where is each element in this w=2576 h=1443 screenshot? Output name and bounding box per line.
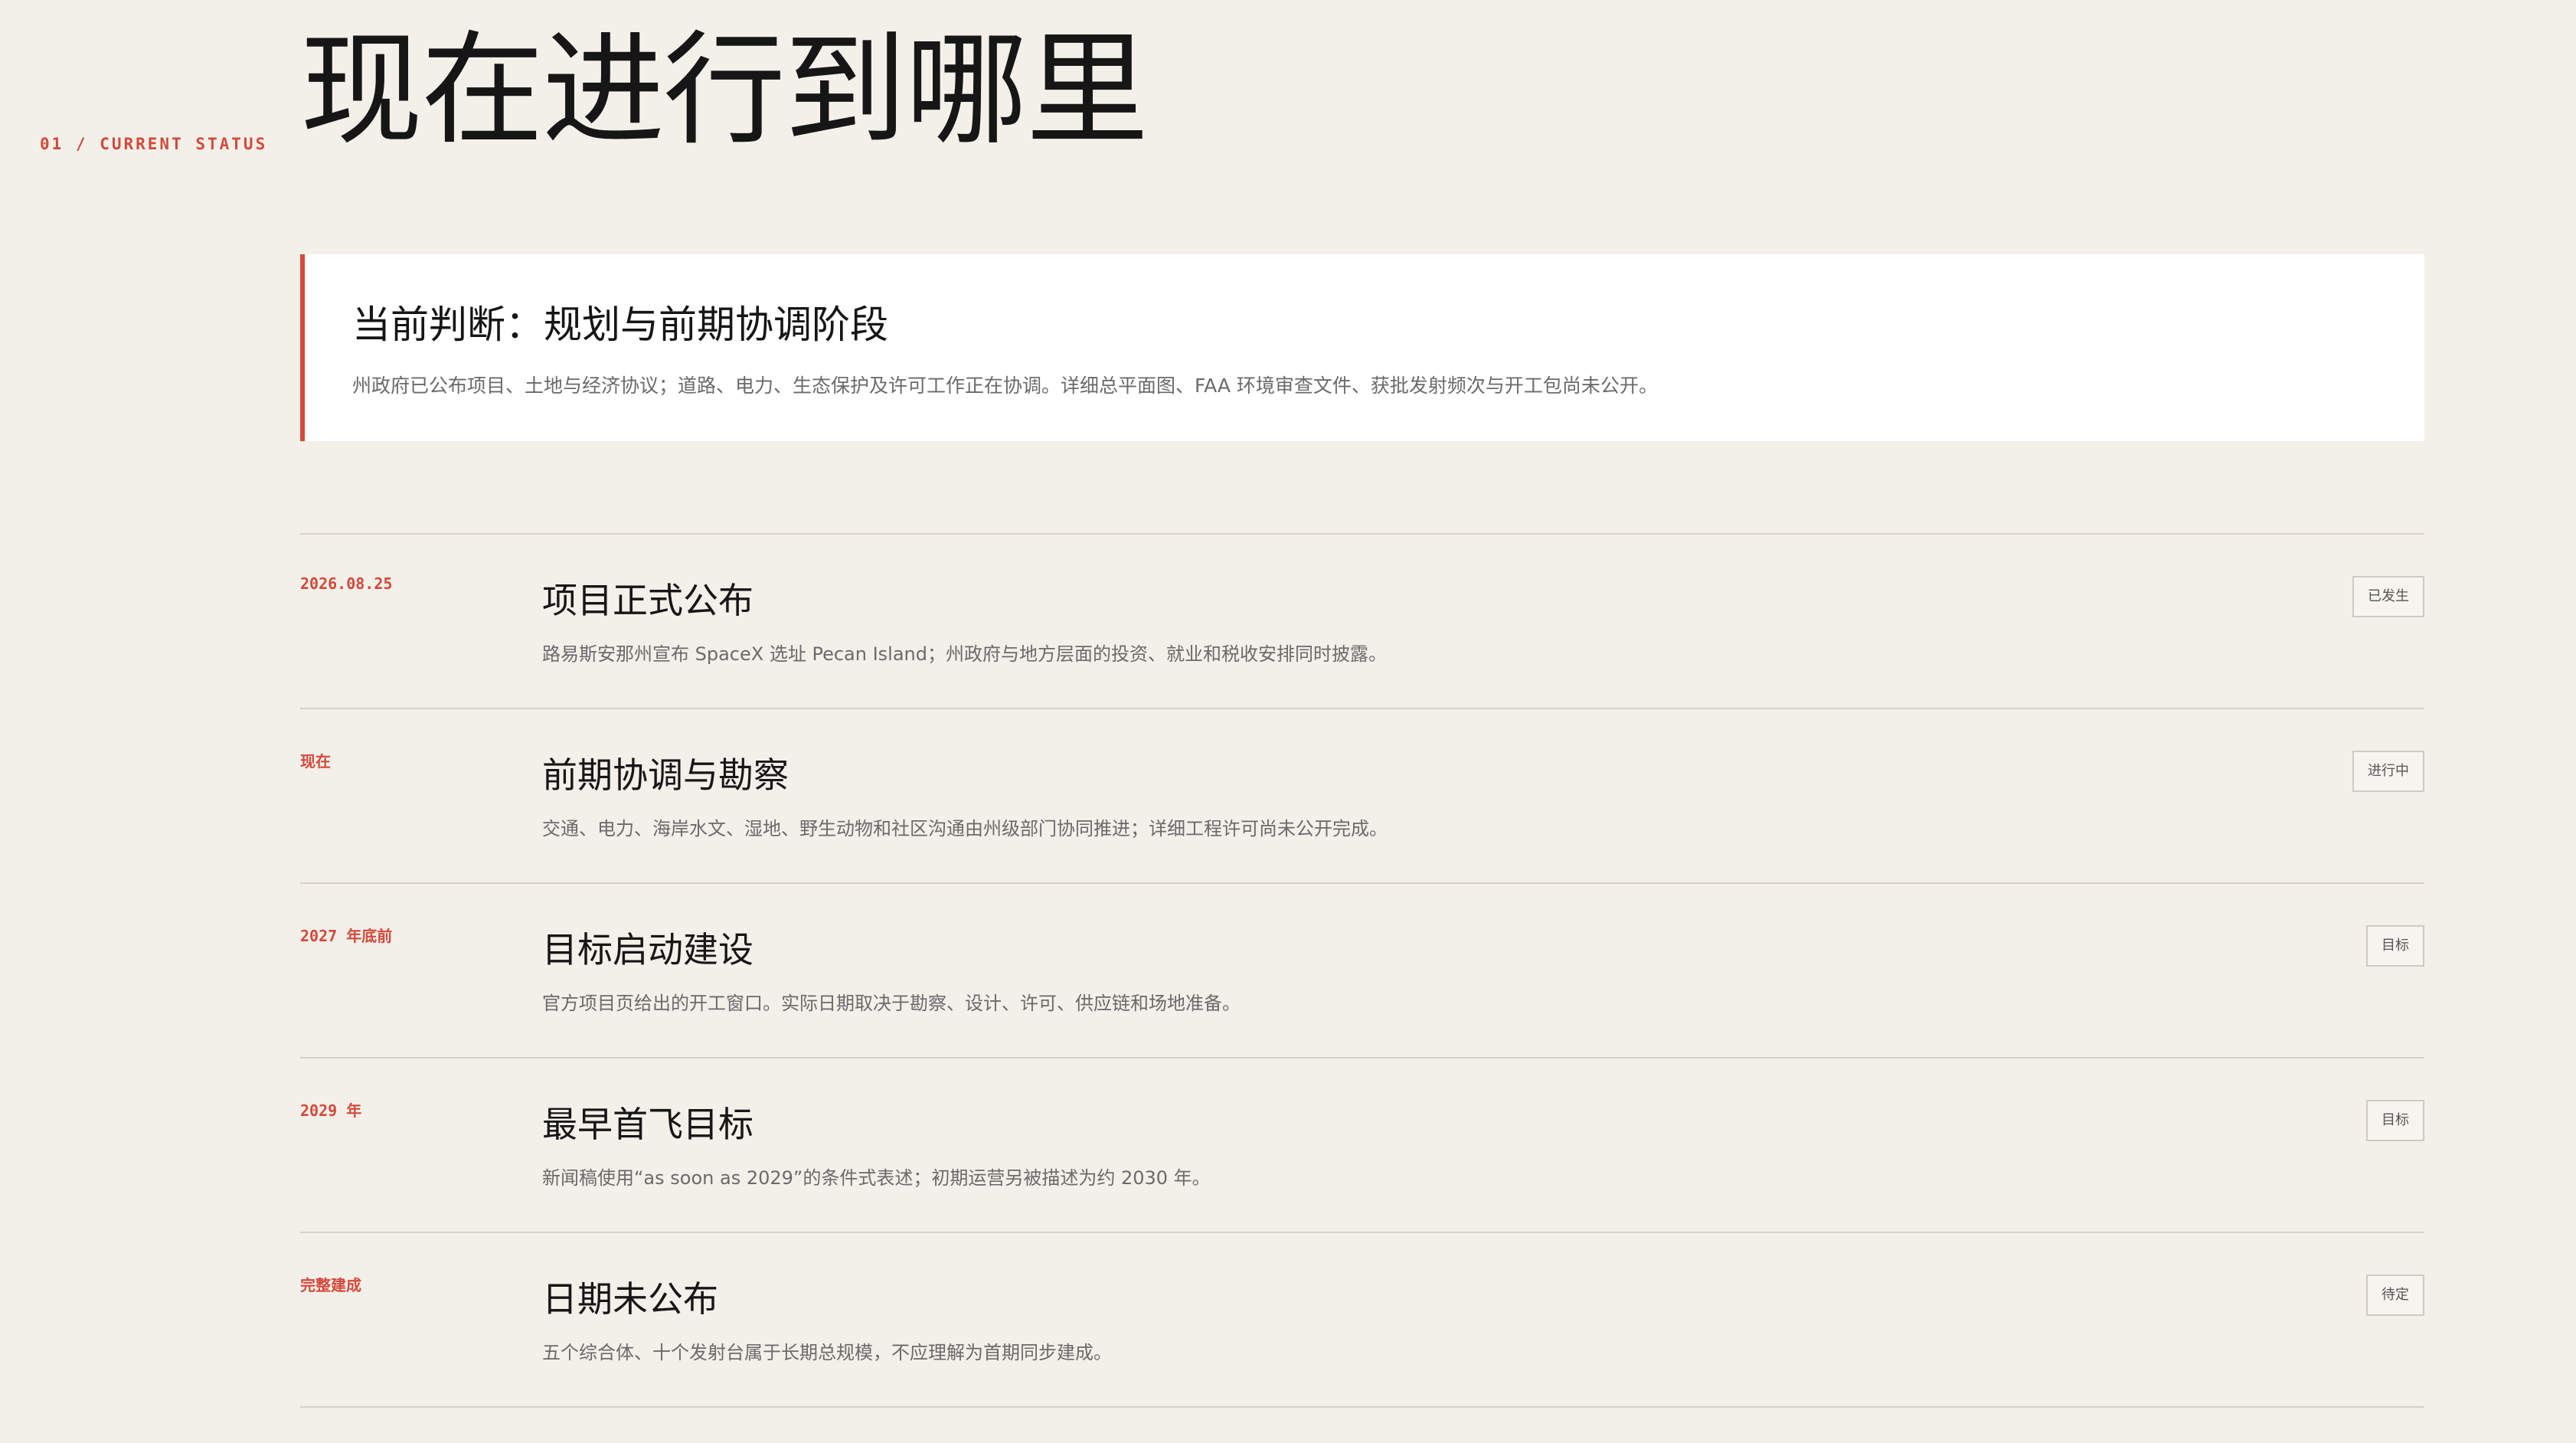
summary-heading: 当前判断：规划与前期协调阶段 — [352, 303, 888, 347]
status-badge: 待定 — [2366, 1274, 2424, 1316]
status-badge: 目标 — [2366, 925, 2424, 967]
timeline-title: 最早首飞目标 — [542, 1104, 754, 1145]
timeline: 2026.08.25 项目正式公布 路易斯安那州宣布 SpaceX 选址 Pec… — [300, 533, 2424, 1408]
timeline-title: 目标启动建设 — [542, 929, 754, 970]
status-badge: 已发生 — [2352, 576, 2424, 617]
timeline-date: 2027 年底前 — [300, 927, 393, 945]
timeline-row: 现在 前期协调与勘察 交通、电力、海岸水文、湿地、野生动物和社区沟通由州级部门协… — [300, 709, 2424, 884]
timeline-title: 项目正式公布 — [542, 580, 754, 621]
timeline-description: 新闻稿使用“as soon as 2029”的条件式表述；初期运营另被描述为约 … — [542, 1167, 1211, 1189]
summary-text: 州政府已公布项目、土地与经济协议；道路、电力、生态保护及许可工作正在协调。详细总… — [352, 375, 1658, 397]
status-badge: 进行中 — [2352, 751, 2424, 792]
timeline-description: 官方项目页给出的开工窗口。实际日期取决于勘察、设计、许可、供应链和场地准备。 — [542, 993, 1241, 1014]
page-title: 现在进行到哪里 — [300, 18, 1149, 162]
timeline-row: 2029 年 最早首飞目标 新闻稿使用“as soon as 2029”的条件式… — [300, 1059, 2424, 1233]
timeline-date: 2029 年 — [300, 1101, 362, 1120]
timeline-title: 日期未公布 — [542, 1278, 718, 1320]
timeline-row: 完整建成 日期未公布 五个综合体、十个发射台属于长期总规模，不应理解为首期同步建… — [300, 1233, 2424, 1408]
status-badge: 目标 — [2366, 1100, 2424, 1141]
timeline-date: 现在 — [300, 752, 331, 771]
timeline-description: 五个综合体、十个发射台属于长期总规模，不应理解为首期同步建成。 — [542, 1342, 1112, 1363]
section-label: 01 / CURRENT STATUS — [40, 135, 268, 153]
timeline-description: 路易斯安那州宣布 SpaceX 选址 Pecan Island；州政府与地方层面… — [542, 643, 1387, 665]
timeline-row: 2026.08.25 项目正式公布 路易斯安那州宣布 SpaceX 选址 Pec… — [300, 535, 2424, 709]
timeline-date: 完整建成 — [300, 1276, 361, 1294]
timeline-description: 交通、电力、海岸水文、湿地、野生动物和社区沟通由州级部门协同推进；详细工程许可尚… — [542, 818, 1388, 839]
timeline-date: 2026.08.25 — [300, 574, 393, 593]
status-summary-card: 当前判断：规划与前期协调阶段 州政府已公布项目、土地与经济协议；道路、电力、生态… — [300, 254, 2424, 441]
timeline-row: 2027 年底前 目标启动建设 官方项目页给出的开工窗口。实际日期取决于勘察、设… — [300, 884, 2424, 1059]
timeline-title: 前期协调与勘察 — [542, 754, 789, 796]
